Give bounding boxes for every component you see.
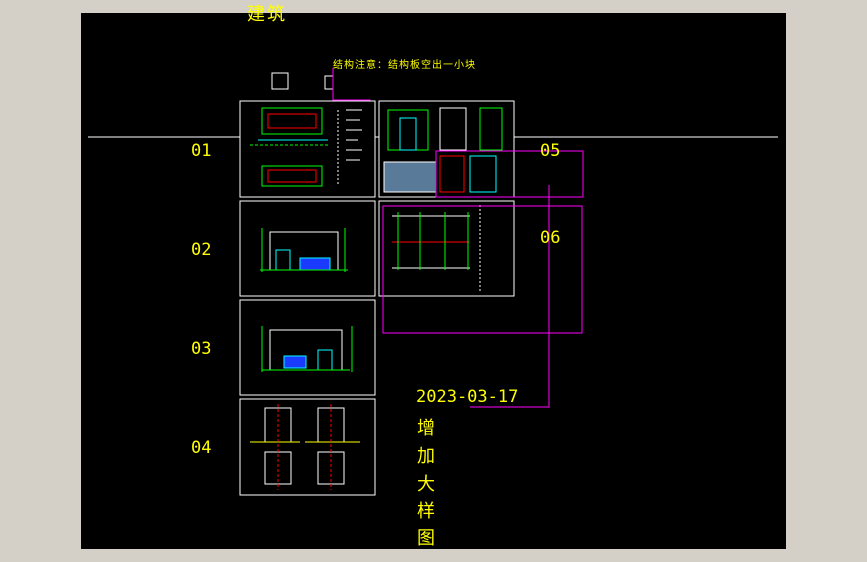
remark-char-3: 大	[417, 474, 435, 495]
sheet-label-04: 04	[191, 438, 212, 458]
revision-date: 2023-03-17	[416, 387, 519, 407]
sheet-label-01: 01	[191, 141, 212, 161]
sheet-label-02: 02	[191, 240, 212, 260]
cad-drawing-canvas[interactable]	[81, 13, 786, 549]
remark-char-2: 加	[417, 446, 435, 467]
remark-char-1: 增	[417, 418, 435, 439]
remark-char-5: 图	[417, 528, 435, 549]
sheet-label-06: 06	[540, 228, 561, 248]
structure-note: 结构注意：结构板空出一小块	[333, 60, 476, 71]
remark-char-4: 样	[417, 501, 435, 522]
sheet-label-03: 03	[191, 339, 212, 359]
sheet-label-05: 05	[540, 141, 561, 161]
drawing-title: 建筑	[247, 4, 287, 25]
